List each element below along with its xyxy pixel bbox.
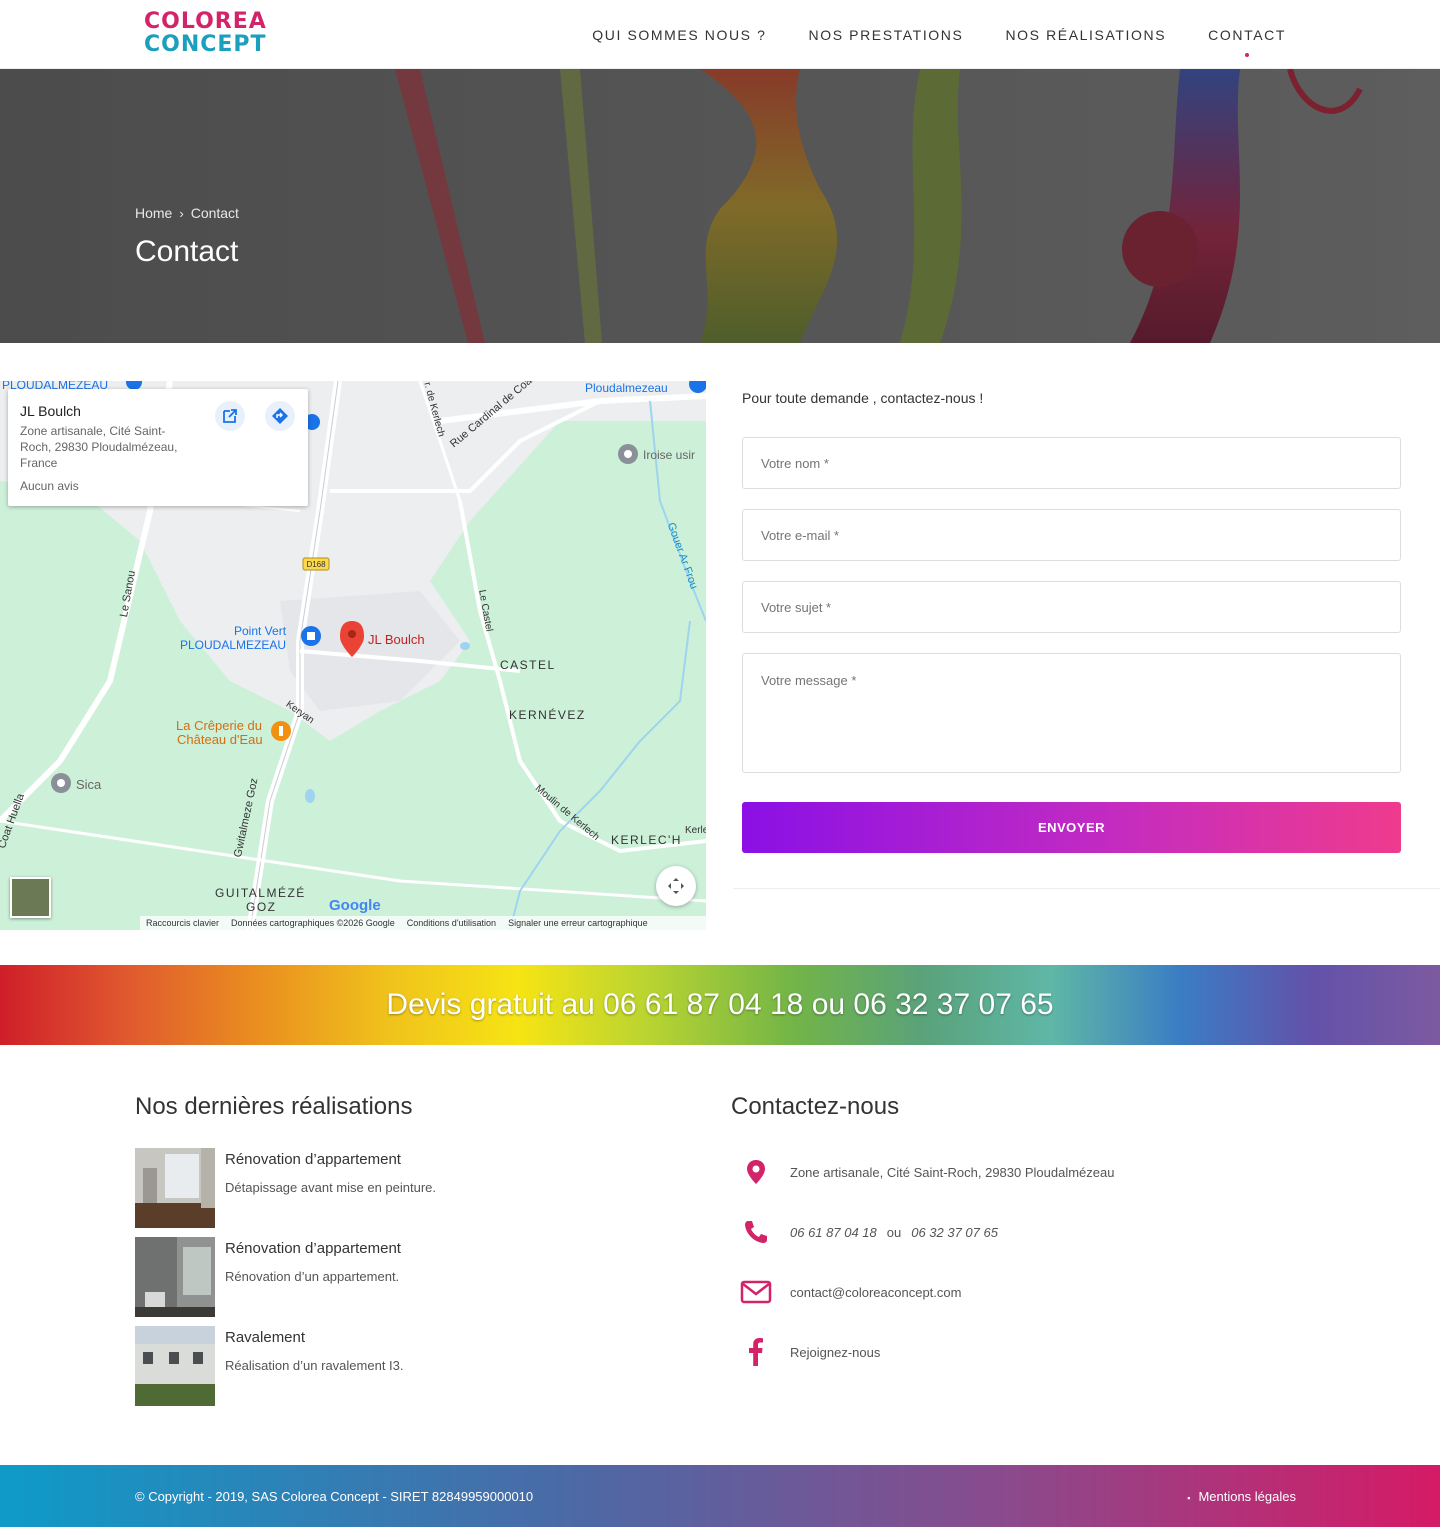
map-keyboard-shortcuts[interactable]: Raccourcis clavier (146, 918, 219, 928)
breadcrumb-current: Contact (190, 205, 239, 221)
envelope-icon (740, 1277, 772, 1307)
send-button[interactable]: ENVOYER (742, 802, 1401, 853)
facebook-icon[interactable] (740, 1337, 772, 1367)
google-logo-text: Google (329, 897, 381, 914)
map-label-ploudalmezeau-right: Ploudalmezeau (585, 381, 668, 395)
breadcrumb-home[interactable]: Home (135, 205, 172, 221)
map-label-castel: CASTEL (500, 658, 556, 672)
google-map[interactable]: D168 PLOUDALMEZEAU Ploudalmezeau Iroise … (0, 381, 706, 930)
realisation-item[interactable]: Rénovation d’appartement Rénovation d’un… (135, 1237, 695, 1317)
map-road-badge: D168 (306, 560, 326, 569)
form-divider (733, 888, 1440, 889)
contact-social-row: Rejoignez-nous (740, 1337, 880, 1367)
realisation-item[interactable]: Ravalement Réalisation d’un ravalement I… (135, 1326, 695, 1406)
place-address: Zone artisanale, Cité Saint-Roch, 29830 … (20, 424, 178, 470)
map-report-error[interactable]: Signaler une erreur cartographique (508, 918, 648, 928)
subject-input[interactable] (742, 581, 1401, 633)
form-intro: Pour toute demande , contactez-nous ! (742, 390, 984, 406)
open-in-maps-icon[interactable] (215, 401, 245, 431)
realisation-description: Réalisation d’un ravalement I3. (225, 1358, 404, 1373)
map-label-point-vert-2: PLOUDALMEZEAU (180, 638, 287, 652)
contact-phone-1[interactable]: 06 61 87 04 18 (790, 1225, 877, 1240)
fullscreen-icon[interactable] (656, 866, 696, 906)
nav-qui-sommes-nous[interactable]: QUI SOMMES NOUS ? (592, 27, 766, 43)
map-label-sica: Sica (76, 777, 102, 792)
map-label-kerlech: KERLEC'H (611, 833, 682, 847)
contact-email-row: contact@coloreaconcept.com (740, 1277, 961, 1307)
contact-phone-2[interactable]: 06 32 37 07 65 (911, 1225, 998, 1240)
realisation-title[interactable]: Rénovation d’appartement (225, 1151, 401, 1168)
google-logo: Google (329, 897, 381, 914)
footer-copyright: © Copyright - 2019, SAS Colorea Concept … (135, 1489, 534, 1504)
breadcrumb-separator-icon: › (179, 205, 184, 221)
directions-icon[interactable] (265, 401, 295, 431)
quote-banner-text: Devis gratuit au 06 61 87 04 18 ou 06 32… (386, 988, 1054, 1021)
realisation-title[interactable]: Rénovation d’appartement (225, 1240, 401, 1257)
map-attribution-bar: Raccourcis clavier Données cartographiqu… (140, 916, 706, 930)
satellite-toggle-icon[interactable] (10, 877, 51, 918)
realisation-description: Détapissage avant mise en peinture. (225, 1180, 437, 1195)
map-terms[interactable]: Conditions d'utilisation (407, 918, 496, 928)
nav-contact-label: CONTACT (1208, 26, 1286, 43)
contact-phone-or: ou (886, 1224, 902, 1240)
realisation-thumbnail[interactable] (135, 1237, 215, 1317)
main-nav: QUI SOMMES NOUS ? NOS PRESTATIONS NOS RÉ… (550, 0, 1286, 69)
map-label-guitalmeze: GUITALMÉZÉ (215, 886, 306, 900)
nav-contact[interactable]: CONTACT (1208, 26, 1286, 57)
logo-line-2: CONCEPT (144, 32, 267, 57)
contact-address: Zone artisanale, Cité Saint-Roch, 29830 … (790, 1164, 1115, 1180)
map-pin-icon (740, 1157, 772, 1187)
map-label-kerlech-road: Kerle (685, 825, 706, 836)
place-reviews[interactable]: Aucun avis (20, 479, 296, 493)
phone-icon (740, 1217, 772, 1247)
place-name: JL Boulch (20, 403, 81, 419)
breadcrumb: Home › Contact (135, 205, 239, 221)
name-input[interactable] (742, 437, 1401, 489)
nav-realisations[interactable]: NOS RÉALISATIONS (1005, 27, 1166, 43)
realisation-item[interactable]: Rénovation d’appartement Détapissage ava… (135, 1148, 695, 1228)
map-label-point-vert: Point Vert (234, 624, 287, 638)
map-data-credit: Données cartographiques ©2026 Google (231, 918, 395, 928)
map-label-guitalmeze-2: GOZ (246, 900, 277, 914)
message-textarea[interactable] (742, 653, 1401, 773)
site-header: COLOREA CONCEPT QUI SOMMES NOUS ? NOS PR… (0, 0, 1440, 69)
map-label-creperie-2: Château d'Eau (177, 732, 263, 747)
active-indicator (1245, 52, 1250, 57)
contact-address-row: Zone artisanale, Cité Saint-Roch, 29830 … (740, 1157, 1114, 1187)
contact-phone-row: 06 61 87 04 18 ou 06 32 37 07 65 (740, 1217, 998, 1247)
realisation-description: Rénovation d’un appartement. (225, 1269, 400, 1284)
contact-email[interactable]: contact@coloreaconcept.com (790, 1285, 961, 1300)
map-label-kernevez: KERNÉVEZ (509, 708, 586, 722)
page-title: Contact (135, 235, 239, 268)
site-logo[interactable]: COLOREA CONCEPT (144, 11, 284, 59)
nav-prestations[interactable]: NOS PRESTATIONS (809, 27, 964, 43)
map-label-iroise: Iroise usir (643, 448, 696, 462)
map-label-creperie: La Crêperie du (176, 718, 262, 733)
footer-legal-link[interactable]: Mentions légales (1187, 1489, 1296, 1504)
contact-social-link[interactable]: Rejoignez-nous (790, 1345, 880, 1360)
email-input[interactable] (742, 509, 1401, 561)
site-footer: © Copyright - 2019, SAS Colorea Concept … (0, 1465, 1440, 1527)
map-label-jl-boulch[interactable]: JL Boulch (368, 632, 425, 647)
hero-banner: Home › Contact Contact (0, 69, 1440, 343)
realisations-title: Nos dernières réalisations (135, 1093, 413, 1120)
map-place-card: JL Boulch Zone artisanale, Cité Saint-Ro… (8, 389, 308, 506)
realisation-title[interactable]: Ravalement (225, 1329, 305, 1346)
logo-line-1: COLOREA (144, 9, 267, 34)
realisation-thumbnail[interactable] (135, 1326, 215, 1406)
contact-title: Contactez-nous (731, 1093, 900, 1120)
realisation-thumbnail[interactable] (135, 1148, 215, 1228)
